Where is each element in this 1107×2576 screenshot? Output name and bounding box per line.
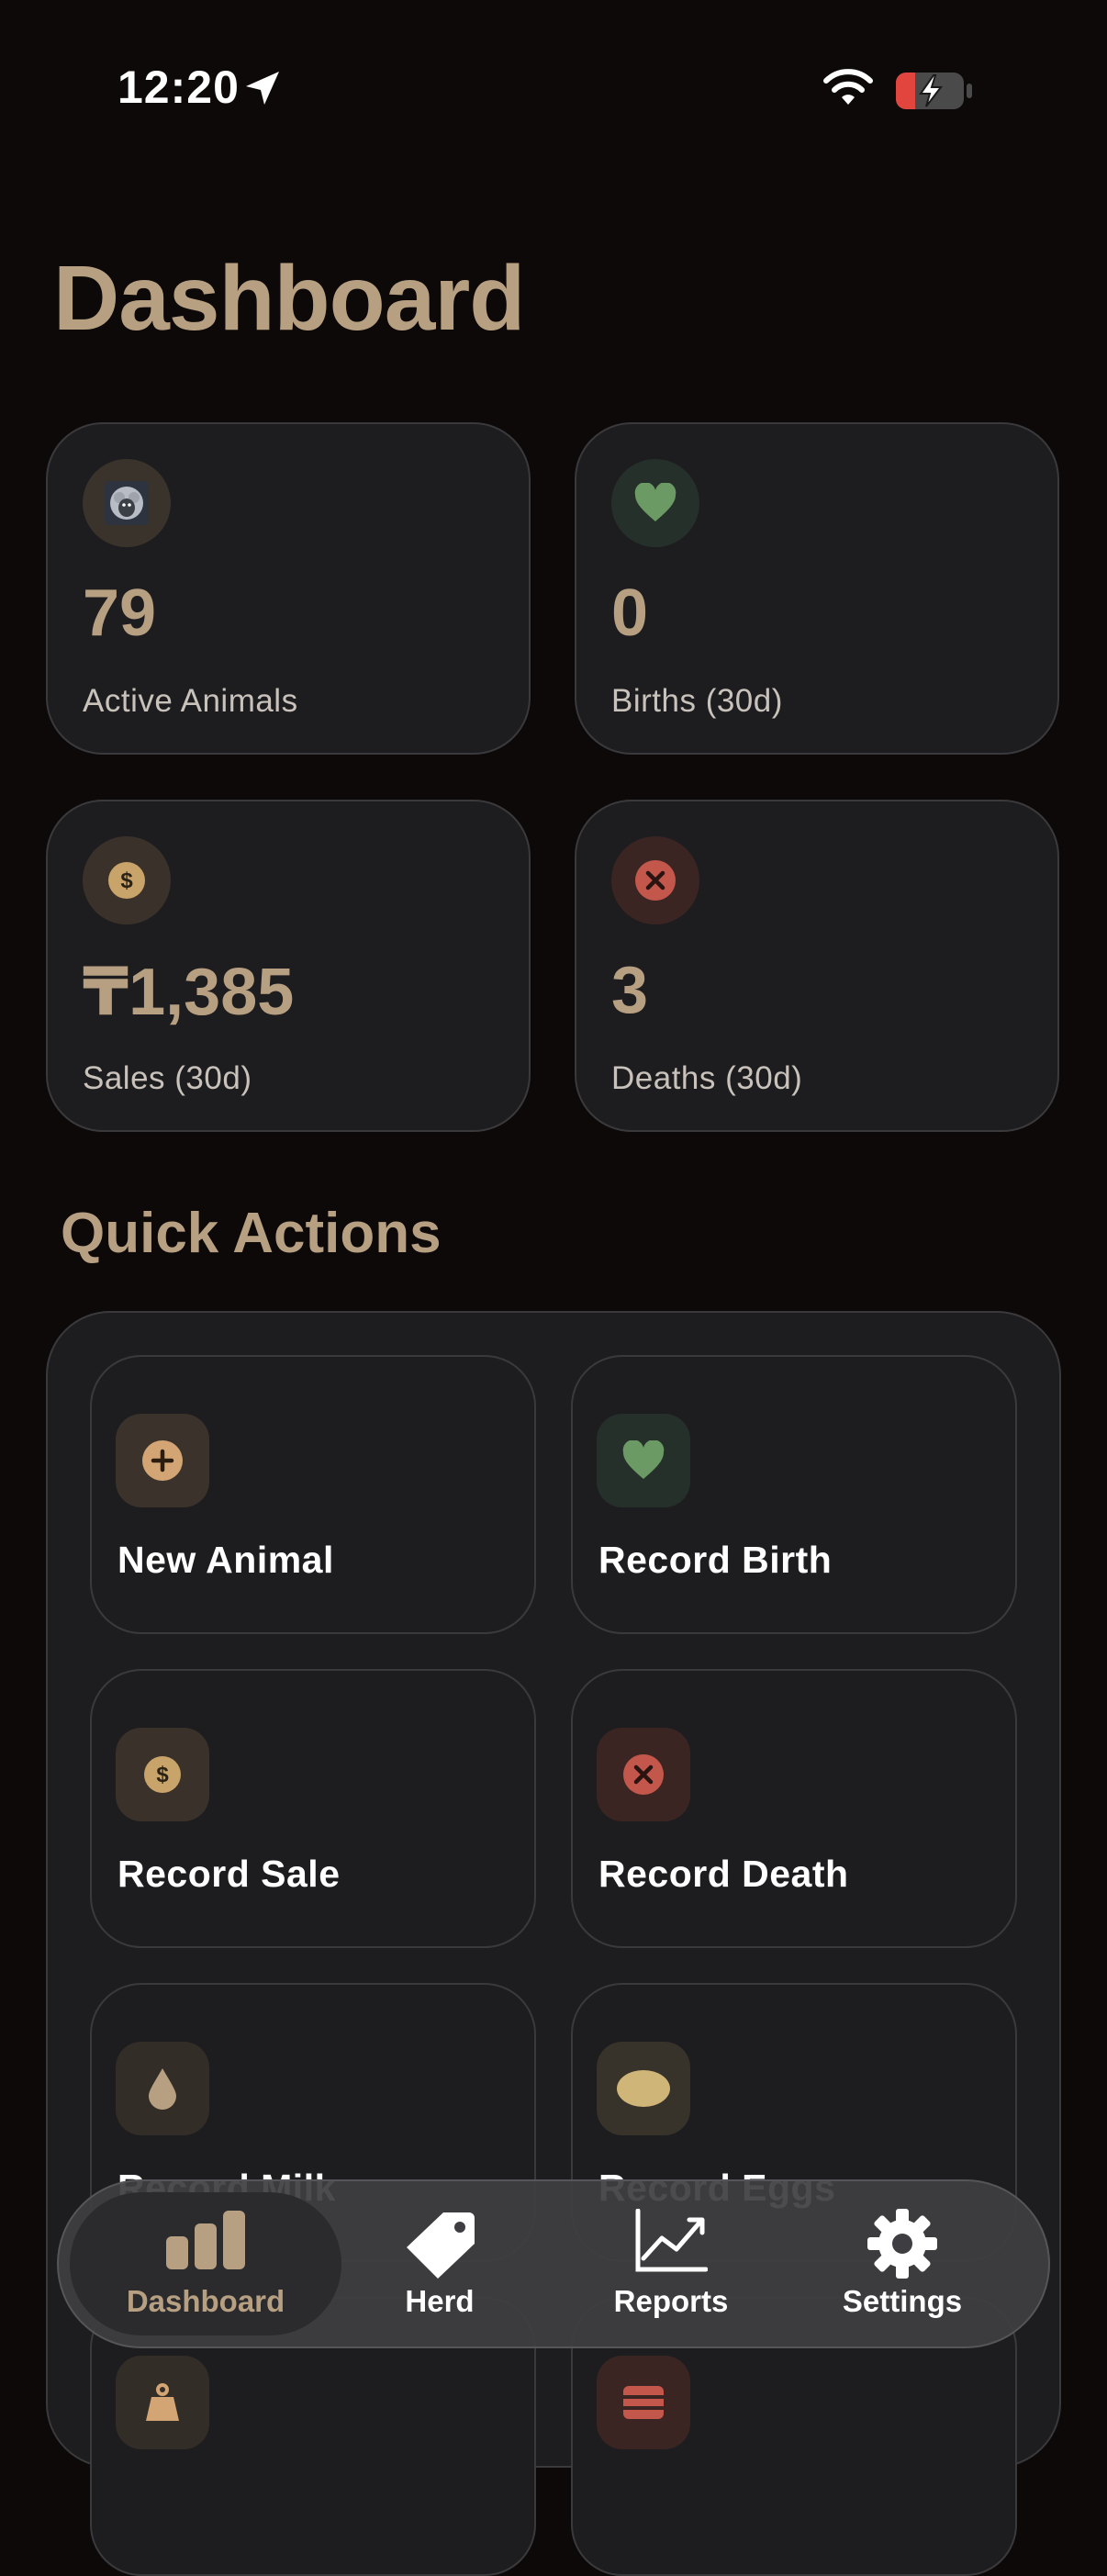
battery-charging-icon	[896, 73, 972, 109]
quick-actions-title: Quick Actions	[61, 1202, 442, 1265]
action-label: Record Birth	[598, 1539, 833, 1581]
tag-icon	[407, 2212, 475, 2279]
stat-value: 0	[611, 577, 649, 650]
action-label: Record Sale	[117, 1853, 341, 1895]
stat-value: 79	[83, 577, 157, 650]
svg-text:$: $	[120, 868, 133, 893]
bar-chart-icon	[166, 2211, 245, 2269]
x-circle-icon	[611, 836, 699, 924]
scale-icon	[116, 2356, 209, 2449]
tab-reports[interactable]: Reports	[556, 2181, 786, 2346]
record-sale-button[interactable]: $ Record Sale	[90, 1669, 536, 1948]
record-birth-button[interactable]: Record Birth	[571, 1355, 1017, 1634]
x-circle-icon	[597, 1728, 690, 1821]
svg-text:$: $	[156, 1763, 169, 1787]
tab-herd[interactable]: Herd	[325, 2181, 554, 2346]
action-label: Record Death	[598, 1853, 849, 1895]
stat-card-births[interactable]: 0 Births (30d)	[575, 422, 1059, 755]
drop-icon	[116, 2042, 209, 2135]
location-arrow-icon	[246, 72, 279, 105]
dollar-icon: $	[83, 836, 171, 924]
line-chart-icon	[635, 2209, 708, 2272]
status-time: 12:20	[117, 62, 240, 113]
stat-value: 3	[611, 954, 649, 1027]
stat-label: Births (30d)	[611, 683, 783, 719]
plus-circle-icon	[116, 1414, 209, 1507]
dollar-icon: $	[116, 1728, 209, 1821]
wifi-icon	[823, 69, 873, 105]
heart-icon	[597, 1414, 690, 1507]
sheep-icon	[83, 459, 171, 547]
tab-settings[interactable]: Settings	[788, 2181, 1017, 2346]
stat-card-active-animals[interactable]: 79 Active Animals	[46, 422, 531, 755]
heart-icon	[611, 459, 699, 547]
tab-label: Herd	[405, 2284, 475, 2318]
list-icon	[597, 2356, 690, 2449]
tab-label: Settings	[842, 2284, 963, 2318]
tab-bar: Dashboard Herd Reports Settings	[57, 2179, 1050, 2348]
stat-card-deaths[interactable]: 3 Deaths (30d)	[575, 800, 1059, 1132]
egg-icon	[597, 2042, 690, 2135]
page-title: Dashboard	[53, 247, 525, 350]
stat-label: Sales (30d)	[83, 1060, 252, 1096]
new-animal-button[interactable]: New Animal	[90, 1355, 536, 1634]
gear-icon	[867, 2209, 937, 2279]
action-label: New Animal	[117, 1539, 334, 1581]
stat-label: Active Animals	[83, 683, 298, 719]
stat-card-sales[interactable]: $ ₸1,385 Sales (30d)	[46, 800, 531, 1132]
stat-label: Deaths (30d)	[611, 1060, 803, 1096]
tab-label: Dashboard	[126, 2284, 285, 2318]
record-death-button[interactable]: Record Death	[571, 1669, 1017, 1948]
stat-value: ₸1,385	[83, 956, 295, 1029]
tab-label: Reports	[613, 2284, 729, 2318]
tab-dashboard[interactable]: Dashboard	[91, 2181, 320, 2346]
